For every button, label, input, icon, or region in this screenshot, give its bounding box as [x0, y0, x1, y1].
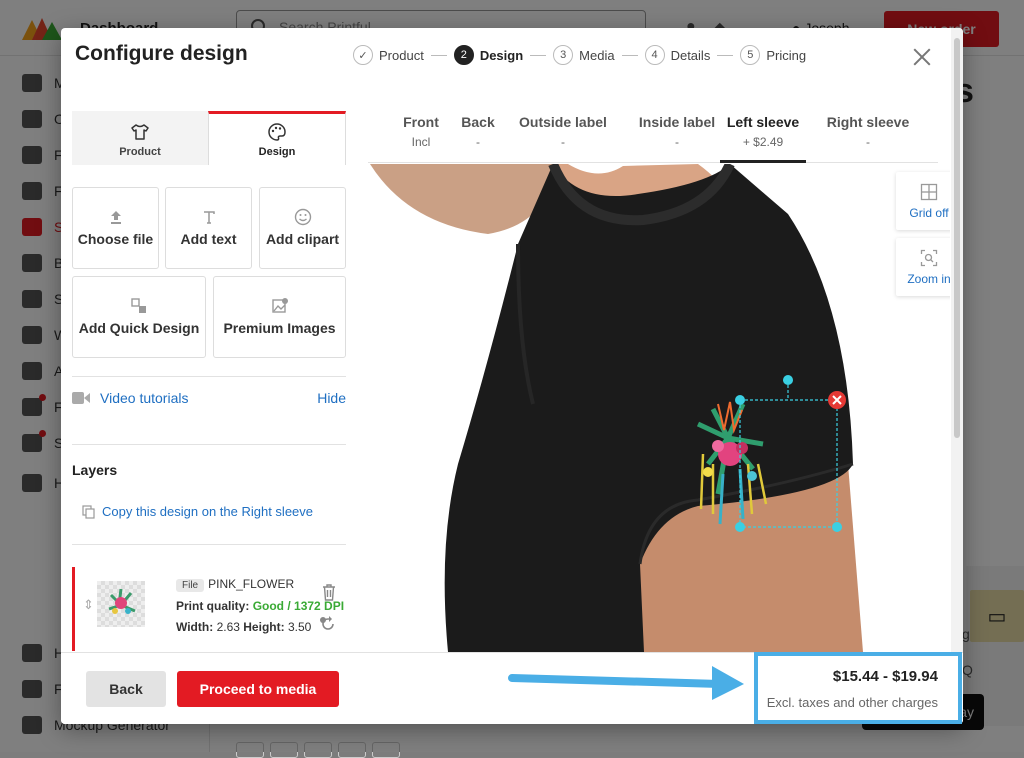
quick-design-icon [130, 297, 148, 315]
drag-handle-icon[interactable]: ⇕ [83, 597, 94, 613]
add-quick-design-button[interactable]: Add Quick Design [72, 276, 206, 358]
print-quality-value: Good / 1372 DPI [252, 599, 345, 613]
copy-design-link[interactable]: Copy this design on the Right sleeve [82, 504, 313, 519]
divider [72, 544, 346, 545]
close-icon[interactable] [909, 44, 935, 70]
smiley-icon [294, 208, 312, 226]
tshirt-mockup-image [368, 164, 863, 652]
tab-left-sleeve[interactable]: Left sleeve + $2.49 [720, 114, 806, 163]
premium-images-button[interactable]: Premium Images [213, 276, 346, 358]
remove-layer-icon[interactable] [828, 391, 846, 409]
grid-off-button[interactable]: Grid off [896, 172, 950, 230]
add-clipart-button[interactable]: Add clipart [259, 187, 346, 269]
tab-outside-label[interactable]: Outside label - [509, 114, 617, 163]
scrollbar[interactable] [951, 28, 963, 652]
tab-right-sleeve[interactable]: Right sleeve - [818, 114, 918, 163]
upload-icon [107, 208, 125, 226]
tshirt-icon [131, 123, 149, 140]
trash-icon[interactable] [321, 583, 337, 601]
rotate-handle[interactable] [783, 375, 793, 385]
placement-tabs: Front Incl Back - Outside label - Inside la… [368, 114, 938, 163]
palette-icon [268, 122, 286, 141]
divider [72, 376, 346, 377]
layers-title: Layers [72, 462, 118, 478]
step-connector [430, 54, 447, 56]
flower-thumbnail-image [108, 588, 136, 614]
zoom-icon [920, 249, 938, 266]
step-media[interactable]: 3 Media [553, 45, 615, 65]
tab-back[interactable]: Back - [454, 114, 502, 163]
hide-link[interactable]: Hide [317, 390, 346, 406]
premium-image-icon [271, 297, 289, 315]
step-design[interactable]: 2 Design [453, 45, 523, 65]
check-icon: ✓ [353, 45, 373, 65]
annotation-arrow-icon [508, 666, 744, 700]
modal-title: Configure design [75, 42, 248, 65]
tab-inside-label[interactable]: Inside label - [624, 114, 730, 163]
file-badge: File [176, 579, 205, 592]
resize-handle[interactable] [735, 522, 745, 532]
design-canvas[interactable]: Grid off Zoom in [368, 164, 950, 652]
rotate-icon[interactable] [319, 615, 337, 633]
configure-design-modal: Configure design ✓ Product 2 Design 3 Me… [61, 28, 963, 724]
text-icon [200, 208, 218, 226]
step-connector [530, 54, 547, 56]
step-pricing[interactable]: 5 Pricing [740, 45, 806, 65]
tab-design[interactable]: Design [208, 111, 346, 165]
video-camera-icon [72, 392, 90, 404]
grid-icon [920, 183, 938, 200]
tab-product[interactable]: Product [72, 111, 208, 165]
layer-width: 2.63 [216, 620, 240, 634]
step-product[interactable]: ✓ Product [353, 45, 424, 65]
stepper: ✓ Product 2 Design 3 Media 4 Details 5 P… [353, 45, 806, 65]
back-button[interactable]: Back [86, 671, 166, 707]
proceed-to-media-button[interactable]: Proceed to media [177, 671, 339, 707]
layer-height: 3.50 [287, 620, 312, 634]
price-summary: $15.44 - $19.94 Excl. taxes and other ch… [754, 652, 962, 724]
resize-handle[interactable] [832, 522, 842, 532]
video-tutorials-link[interactable]: Video tutorials [100, 390, 188, 406]
layer-name: PINK_FLOWER [208, 577, 295, 591]
price-note: Excl. taxes and other charges [766, 695, 938, 710]
zoom-in-button[interactable]: Zoom in [896, 238, 950, 296]
divider [72, 444, 346, 445]
step-connector [621, 54, 638, 56]
choose-file-button[interactable]: Choose file [72, 187, 159, 269]
step-details[interactable]: 4 Details [644, 45, 710, 65]
layer-item[interactable]: ⇕ File PINK_FLOWER Print quality: Good / … [72, 567, 354, 651]
add-text-button[interactable]: Add text [165, 187, 252, 269]
tab-front[interactable]: Front Incl [386, 114, 456, 163]
price-range: $15.44 - $19.94 [832, 668, 938, 685]
left-tabs: Product Design [72, 111, 346, 165]
step-connector [717, 54, 734, 56]
scrollbar-thumb[interactable] [954, 38, 960, 438]
copy-icon [82, 504, 95, 519]
video-tutorials-row: Video tutorials Hide [72, 388, 346, 408]
resize-handle[interactable] [735, 395, 745, 405]
layer-thumbnail [97, 581, 145, 627]
